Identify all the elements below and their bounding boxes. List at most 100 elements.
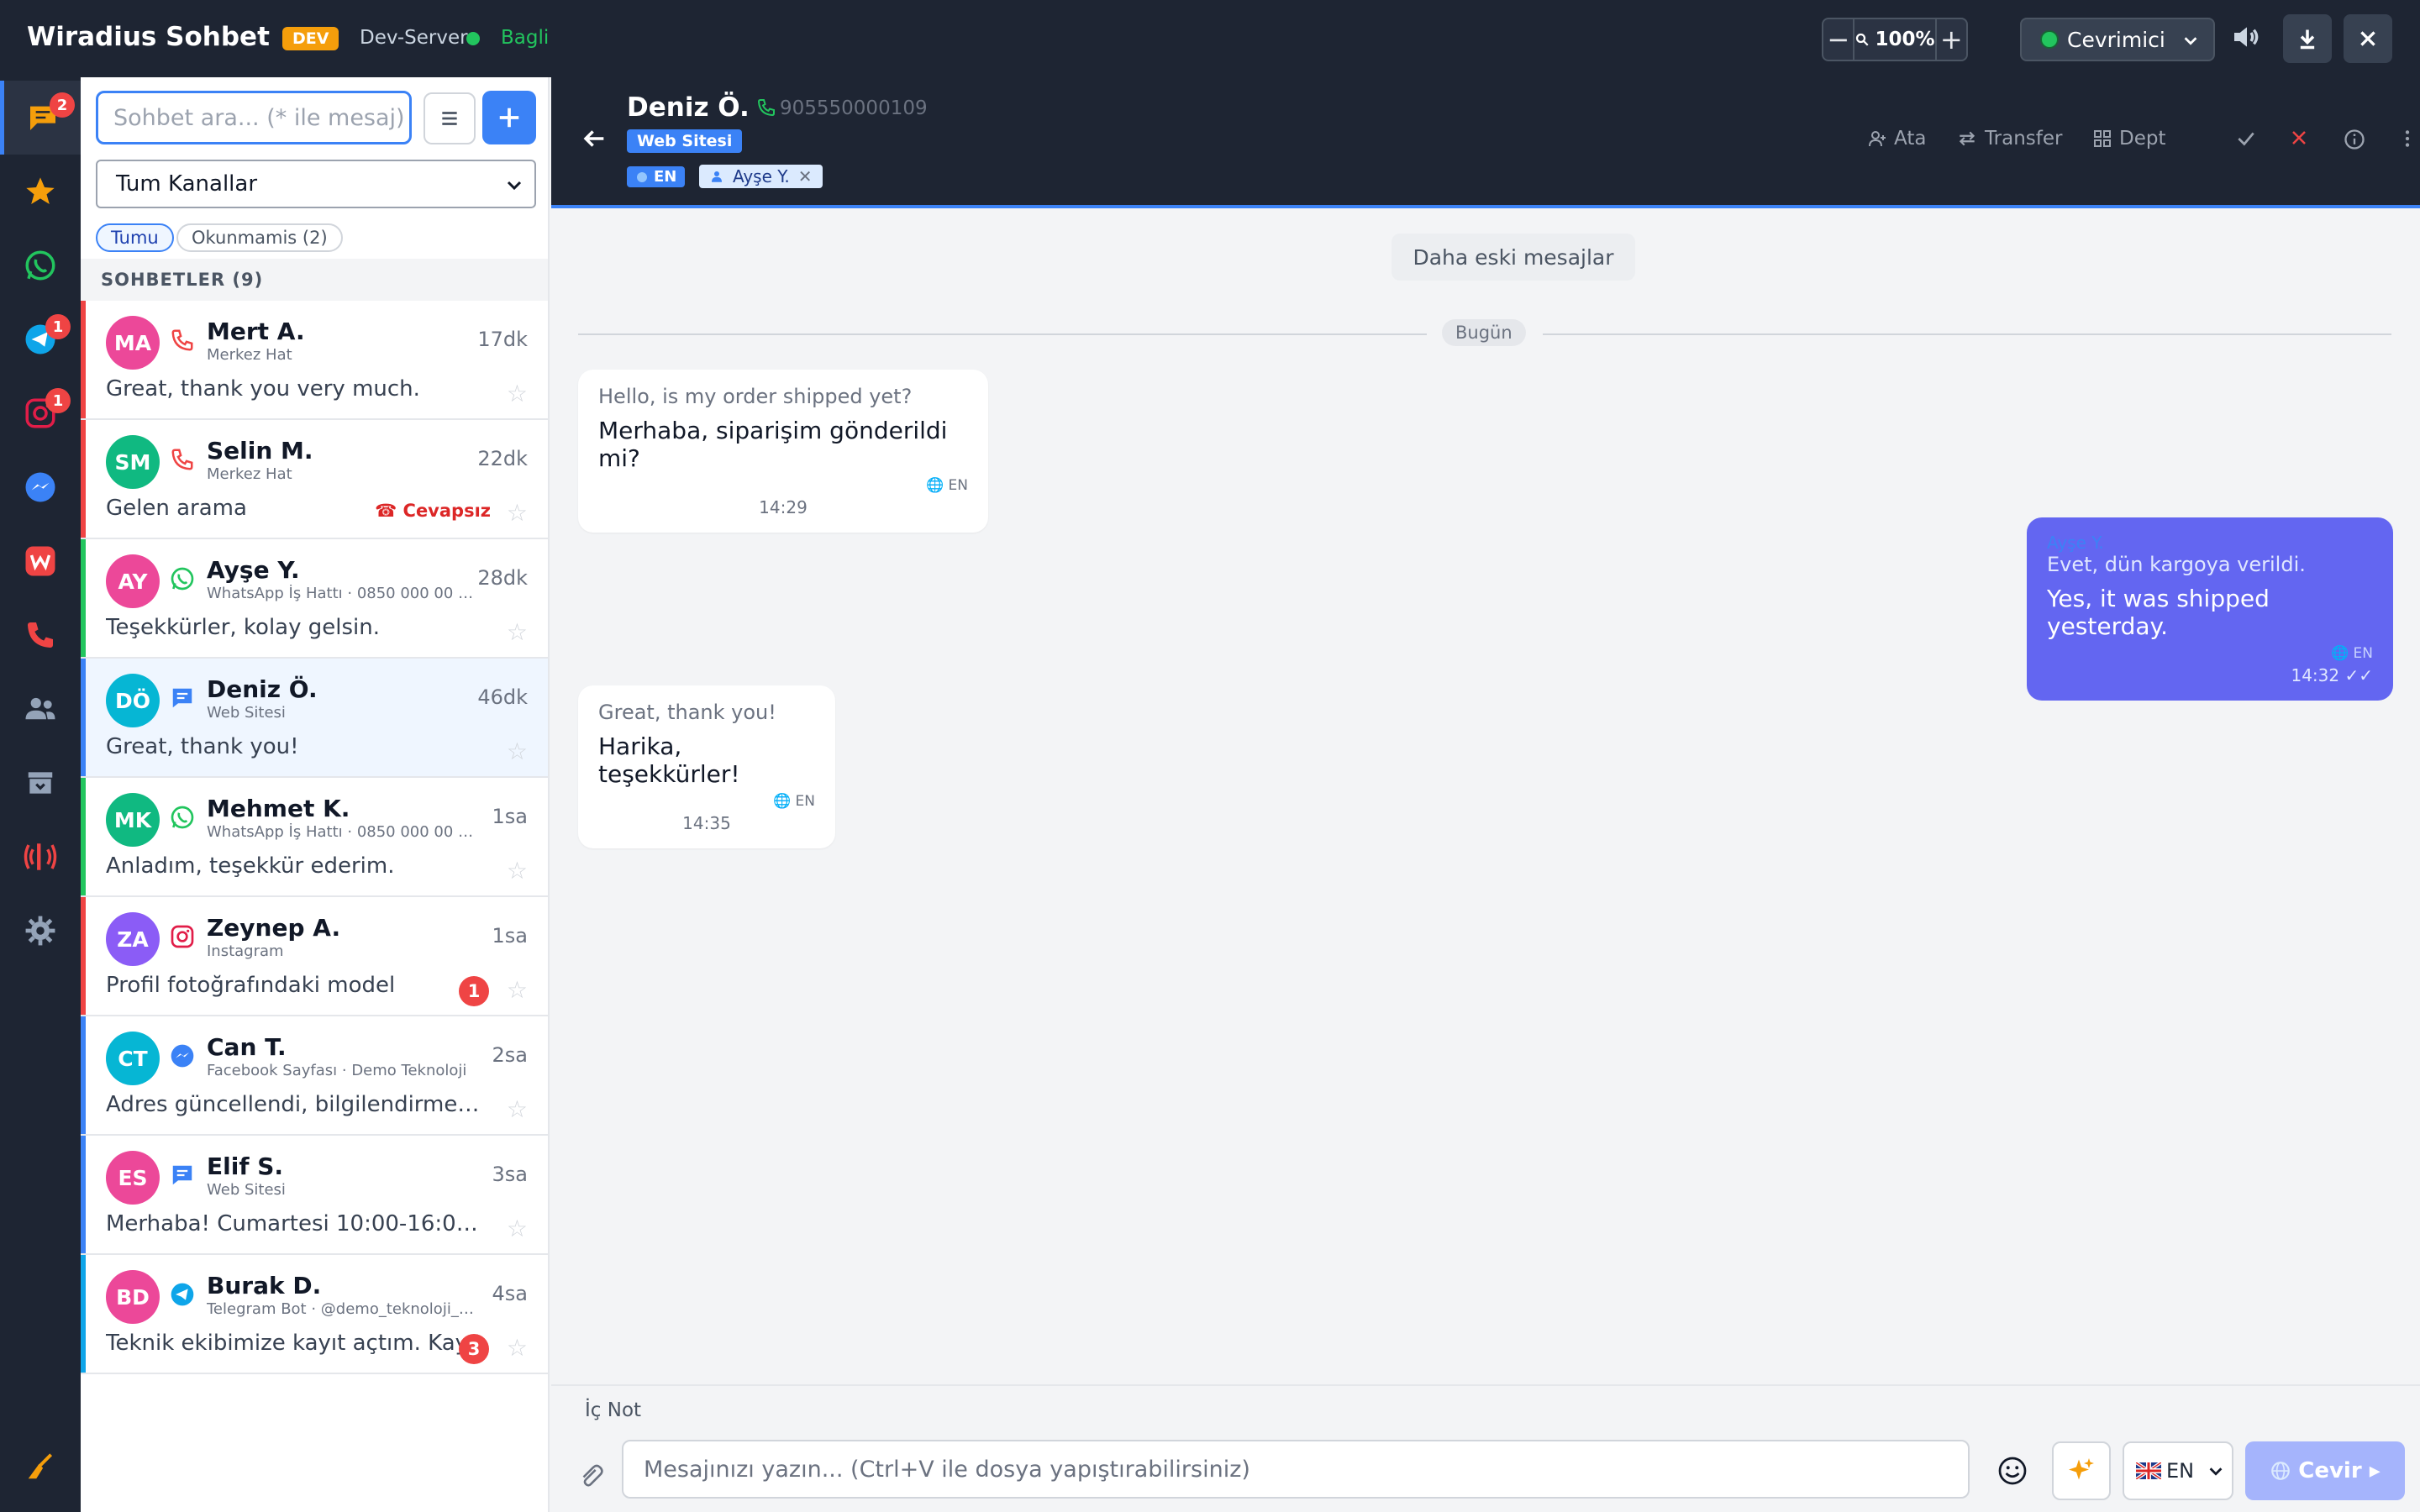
transfer-button[interactable]: Transfer (1956, 128, 2062, 150)
conversation-item[interactable]: MK Mehmet K. WhatsApp İş Hattı · 0850 000 … (81, 778, 548, 897)
channel-stripe (81, 1136, 86, 1253)
assign-button[interactable]: Ata (1867, 128, 1926, 150)
chat-header: Deniz Ö. 905550000109 Web Sitesi EN Ayşe… (551, 77, 2420, 208)
rail-item-messenger[interactable] (0, 450, 81, 524)
info-button[interactable] (2343, 128, 2366, 151)
channel-filter-select[interactable]: Tum Kanallar (96, 160, 536, 208)
rail-item-telegram[interactable]: 1 (0, 302, 81, 376)
avatar: ZA (106, 912, 160, 966)
filter-chip-all[interactable]: Tumu (96, 223, 174, 252)
settings-icon (25, 916, 55, 946)
message-input[interactable] (622, 1440, 1970, 1499)
conversation-item[interactable]: ES Elif S. Web Sitesi 3sa Merhaba! Cumartesi… (81, 1136, 548, 1255)
last-message-preview: Profil fotoğrafındaki model (106, 973, 396, 998)
rail-item-favorites[interactable] (0, 155, 81, 228)
last-message-time: 17dk (477, 328, 528, 351)
back-button[interactable] (580, 124, 608, 156)
target-language-select[interactable]: EN (2123, 1441, 2233, 1500)
resolve-button[interactable] (2235, 128, 2257, 150)
unread-count-badge: 3 (459, 1334, 489, 1364)
zoom-level: 100% (1875, 29, 1935, 50)
contact-name: Deniz Ö. (627, 92, 750, 123)
phone-icon (168, 326, 197, 354)
search-input[interactable] (96, 91, 412, 144)
favorite-star-icon[interactable]: ☆ (507, 1334, 528, 1362)
contact-name: Can T. (207, 1033, 287, 1061)
zoom-reset-button[interactable]: 100% (1853, 19, 1937, 60)
chevron-down-icon (507, 181, 522, 191)
remove-agent-icon[interactable]: ✕ (798, 166, 813, 186)
conversation-item[interactable]: CT Can T. Facebook Sayfası · Demo Teknoloj… (81, 1016, 548, 1136)
messenger-icon (25, 472, 55, 502)
department-button[interactable]: Dept (2092, 128, 2165, 150)
zoom-out-button[interactable]: − (1823, 19, 1853, 60)
rail-item-calls[interactable] (0, 598, 81, 672)
favorite-star-icon[interactable]: ☆ (507, 738, 528, 765)
rail-item-archive[interactable] (0, 746, 81, 820)
more-options-button[interactable] (2396, 128, 2418, 150)
last-message-preview: Adres güncellendi, bilgilendirme mesajı (106, 1092, 486, 1117)
sound-icon[interactable] (2230, 20, 2264, 57)
filter-chip-unread[interactable]: Okunmamis (2) (176, 223, 343, 252)
conversation-item[interactable]: ZA Zeynep A. Instagram 1sa Profil fotoğrafın… (81, 897, 548, 1016)
server-name: Dev-Server (360, 27, 468, 49)
rail-item-broadcast[interactable] (0, 820, 81, 894)
conversation-item[interactable]: BD Burak D. Telegram Bot · @demo_teknoloji… (81, 1255, 548, 1374)
emoji-button[interactable] (1991, 1450, 2033, 1492)
favorite-star-icon[interactable]: ☆ (507, 857, 528, 885)
conversation-item[interactable]: AY Ayşe Y. WhatsApp İş Hattı · 0850 000 00… (81, 539, 548, 659)
download-button[interactable] (2283, 14, 2332, 63)
last-message-time: 2sa (492, 1043, 528, 1067)
new-chat-button[interactable] (482, 91, 536, 144)
conversation-item[interactable]: MA Mert A. Merkez Hat 17dk Great, thank you … (81, 301, 548, 420)
favorite-star-icon[interactable]: ☆ (507, 499, 528, 527)
message-translated-text: Harika, teşekkürler! (598, 732, 740, 788)
message-time: 14:29 (759, 497, 808, 517)
conversation-item[interactable]: DÖ Deniz Ö. Web Sitesi 46dk Great, thank you… (81, 659, 548, 778)
favorite-star-icon[interactable]: ☆ (507, 618, 528, 646)
menu-button[interactable] (424, 92, 476, 144)
rail-item-chats[interactable]: 2 (0, 81, 81, 155)
avatar: BD (106, 1270, 160, 1324)
message-bubble-outgoing: Ayşe Y. Evet, dün kargoya verildi. Yes, … (2027, 517, 2393, 701)
close-chat-button[interactable] (2289, 128, 2309, 148)
avatar: SM (106, 435, 160, 489)
internal-note-toggle[interactable]: İç Not (585, 1399, 641, 1421)
conversation-item[interactable]: SM Selin M. Merkez Hat 22dk Gelen arama ☎ Cev… (81, 420, 548, 539)
last-message-preview: Teşekkürler, kolay gelsin. (106, 615, 381, 640)
rail-item-web-widget[interactable] (0, 524, 81, 598)
rail-item-whatsapp[interactable] (0, 228, 81, 302)
info-icon (2344, 129, 2365, 150)
whatsapp-icon (168, 803, 197, 832)
message-time: 14:35 (682, 813, 731, 833)
rail-item-cleanup[interactable] (0, 1430, 81, 1504)
translate-send-button[interactable]: Cevir ▸ (2245, 1441, 2405, 1500)
contact-name: Zeynep A. (207, 914, 341, 942)
rail-item-settings[interactable] (0, 894, 81, 968)
rail-item-contacts[interactable] (0, 672, 81, 746)
channel-source: Instagram (207, 942, 284, 960)
favorite-star-icon[interactable]: ☆ (507, 976, 528, 1004)
favorite-star-icon[interactable]: ☆ (507, 1215, 528, 1242)
ai-assist-button[interactable] (2052, 1441, 2111, 1500)
load-older-messages-button[interactable]: Daha eski mesajlar (1392, 234, 1635, 281)
favorite-star-icon[interactable]: ☆ (507, 380, 528, 407)
message-original-text: Great, thank you! (598, 701, 776, 724)
channel-stripe (81, 1255, 86, 1373)
favorite-star-icon[interactable]: ☆ (507, 1095, 528, 1123)
presence-select[interactable]: Cevrimici (2020, 18, 2215, 61)
emoji-icon (1998, 1457, 2027, 1485)
close-icon (2360, 31, 2375, 46)
zoom-in-button[interactable]: + (1937, 19, 1966, 60)
message-bubble-incoming: Hello, is my order shipped yet? Merhaba,… (578, 370, 988, 533)
avatar: MA (106, 316, 160, 370)
top-bar: Wiradius Sohbet DEV Dev-Server Bagli − 1… (0, 0, 2420, 77)
rail-item-instagram[interactable]: 1 (0, 376, 81, 450)
channel-stripe (81, 897, 86, 1015)
close-window-button[interactable] (2344, 14, 2392, 63)
phone-icon (28, 622, 53, 648)
unread-count-badge: 1 (459, 976, 489, 1006)
attach-button[interactable] (576, 1462, 605, 1494)
day-divider-line (578, 333, 1427, 335)
contact-name: Deniz Ö. (207, 675, 318, 703)
